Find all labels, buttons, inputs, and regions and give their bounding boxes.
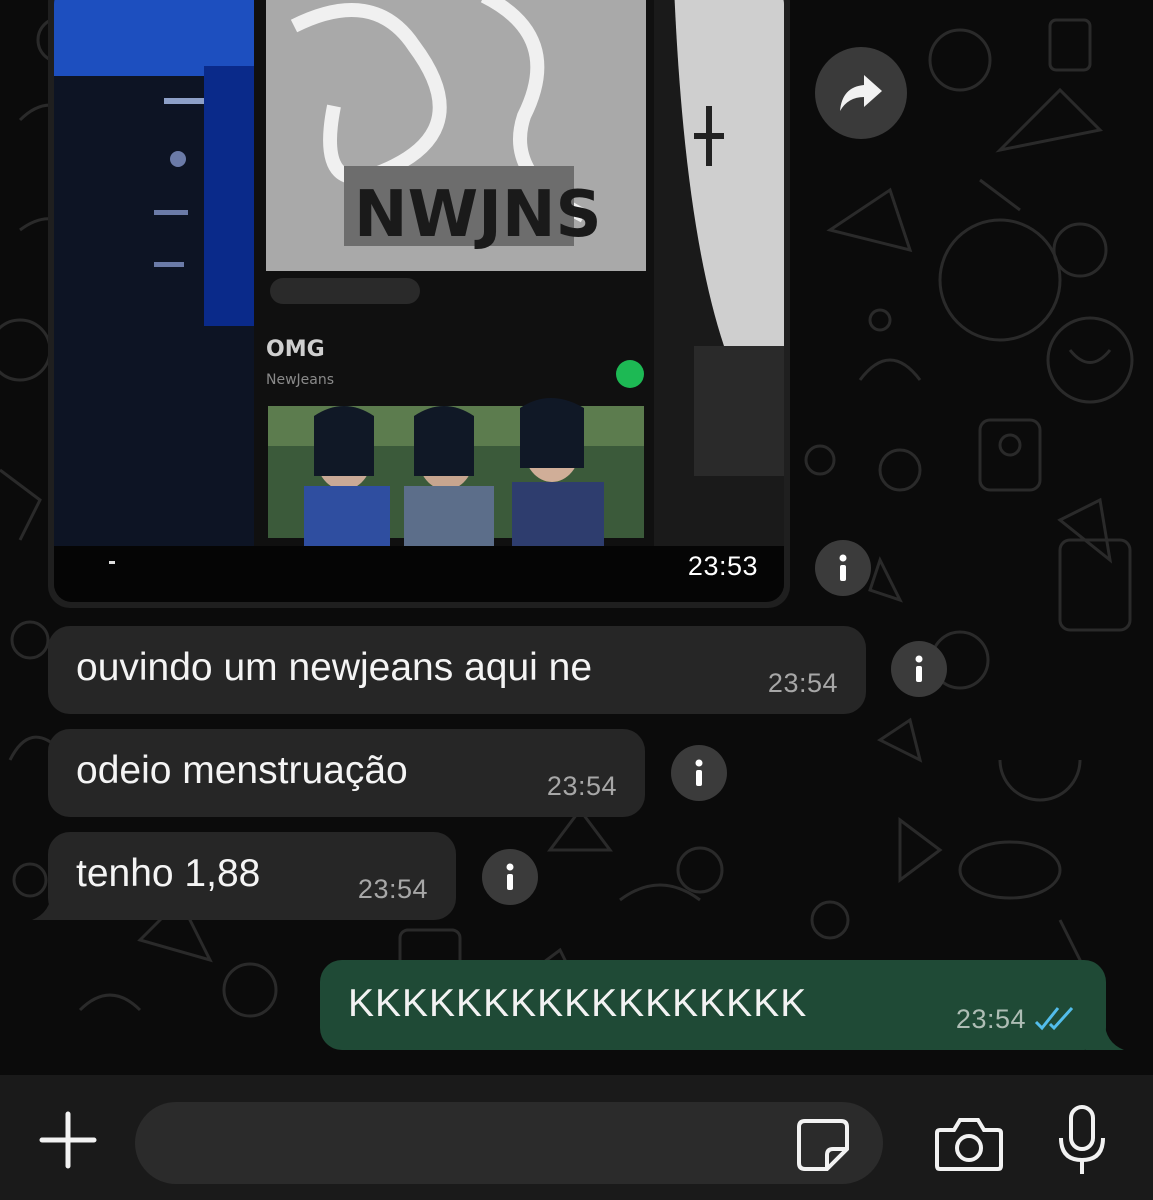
message-time: 23:54	[955, 1004, 1026, 1034]
message-input[interactable]	[135, 1102, 883, 1184]
message-time: 23:53	[687, 551, 758, 581]
message-time: 23:54	[546, 771, 617, 801]
screen-song-title: OMG	[266, 337, 325, 362]
incoming-message[interactable]: ouvindo um newjeans aqui ne 23:54	[48, 626, 866, 714]
message-info-button[interactable]	[671, 745, 727, 801]
incoming-message[interactable]: odeio menstruação 23:54	[48, 729, 645, 817]
message-time: 23:54	[767, 668, 838, 698]
message-info-button[interactable]	[891, 641, 947, 697]
outgoing-message[interactable]: KKKKKKKKKKKKKKKKK 23:54	[320, 960, 1106, 1050]
bubble-tail	[1086, 1010, 1124, 1050]
bubble-tail	[32, 880, 72, 920]
message-text: KKKKKKKKKKKKKKKKK	[348, 982, 808, 1025]
info-icon	[695, 759, 703, 786]
forward-button[interactable]	[815, 47, 907, 139]
plus-icon[interactable]	[38, 1110, 98, 1170]
message-text: ouvindo um newjeans aqui ne	[76, 646, 593, 689]
incoming-message[interactable]: tenho 1,88 23:54	[48, 832, 456, 920]
image-message[interactable]: NWJNS OMG NewJeans 23:53	[48, 0, 790, 608]
photo-thumbnail[interactable]: NWJNS OMG NewJeans 23:53	[54, 0, 784, 602]
info-icon	[915, 655, 923, 682]
svg-text:NWJNS: NWJNS	[354, 178, 602, 252]
info-icon	[839, 554, 847, 581]
message-text: tenho 1,88	[76, 852, 261, 895]
screen-artist-name: NewJeans	[266, 372, 334, 388]
message-text: odeio menstruação	[76, 749, 408, 792]
message-info-button[interactable]	[815, 540, 871, 596]
double-check-icon	[1034, 1006, 1074, 1031]
microphone-icon[interactable]	[1056, 1104, 1108, 1178]
sticker-icon[interactable]	[795, 1117, 851, 1173]
message-time: 23:54	[357, 874, 428, 904]
message-info-button[interactable]	[482, 849, 538, 905]
camera-icon[interactable]	[934, 1116, 1004, 1172]
info-icon	[506, 863, 514, 890]
forward-arrow-icon	[840, 75, 882, 111]
